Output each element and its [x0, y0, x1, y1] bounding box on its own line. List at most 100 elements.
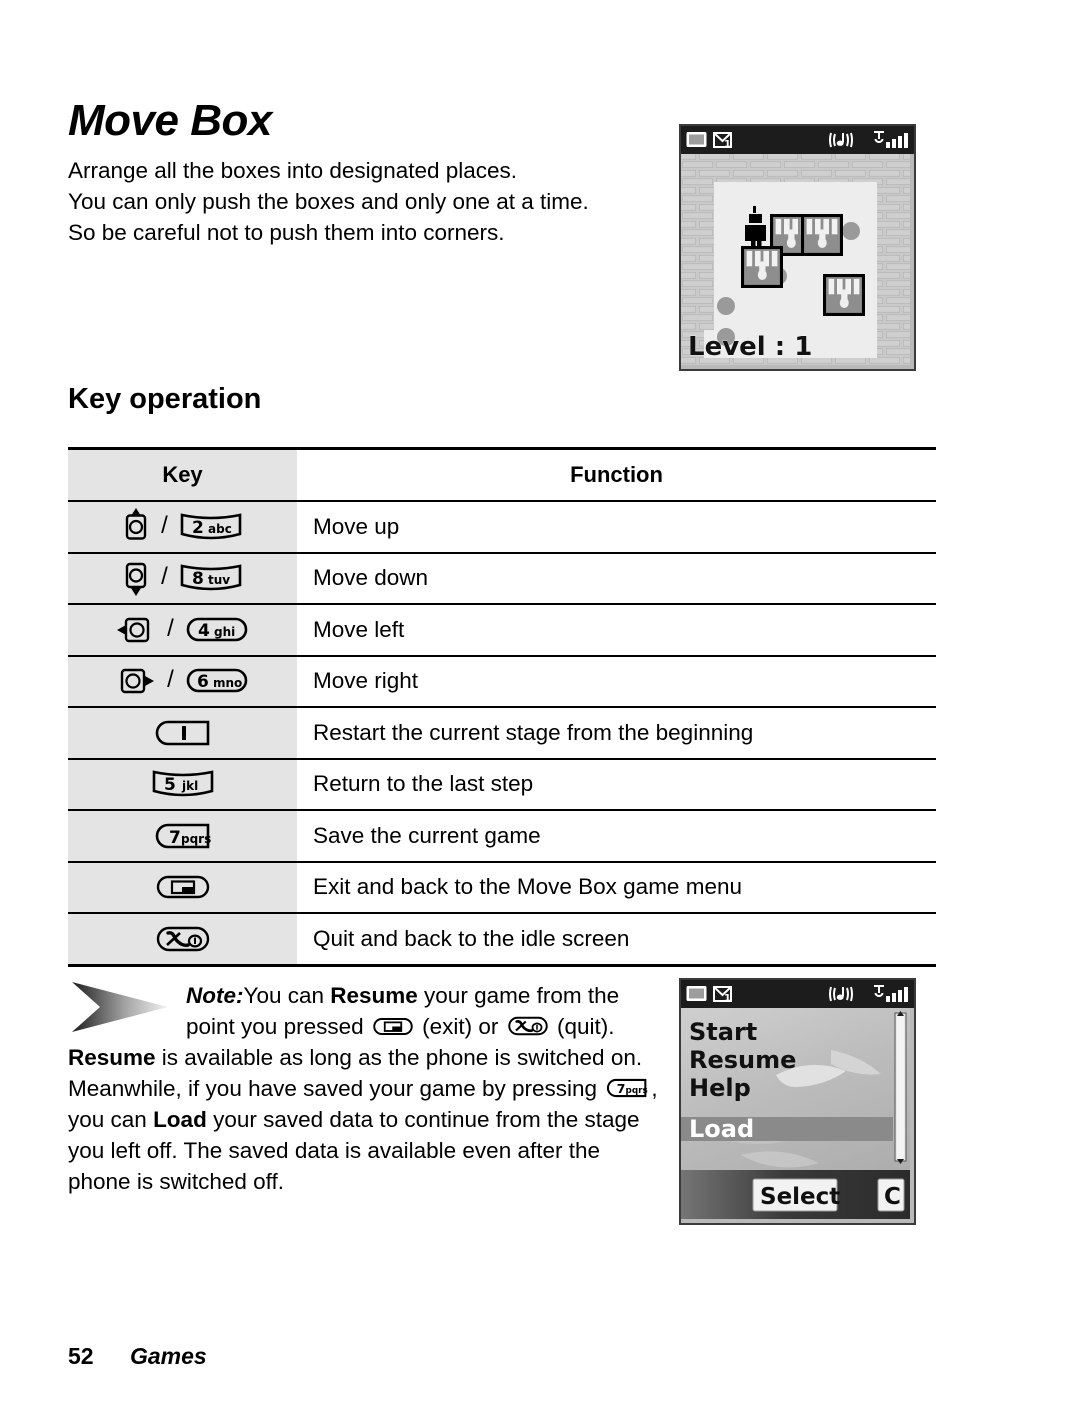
key-operation-table: Key Function / 2 abc Move up / 8 tuv Mov… — [68, 447, 936, 967]
note-text: Meanwhile, if you have saved your game b… — [68, 1076, 598, 1101]
note-text: your game from the — [417, 983, 620, 1008]
function-cell: Move down — [297, 552, 936, 605]
svg-text:mno: mno — [213, 676, 242, 690]
svg-text:pqrs: pqrs — [181, 832, 211, 846]
key-separator: / — [161, 511, 168, 539]
menu-item-help[interactable]: Help — [689, 1074, 751, 1102]
page-title: Move Box — [68, 96, 272, 145]
battery-icon — [686, 132, 707, 147]
note-text: You can — [243, 983, 331, 1008]
table-row: / 6 mno Move right — [68, 655, 936, 708]
note-resume-term: Resume — [330, 983, 418, 1008]
note-line: you left off. The saved data is availabl… — [68, 1138, 601, 1163]
svg-text:pqrs: pqrs — [626, 1086, 648, 1096]
svg-text:ghi: ghi — [214, 625, 235, 639]
end-quit-key-icon — [507, 1014, 549, 1038]
svg-text:5: 5 — [164, 775, 176, 795]
function-cell: Exit and back to the Move Box game menu — [297, 861, 936, 914]
svg-text:6: 6 — [197, 672, 209, 692]
back-exit-key-icon — [155, 872, 211, 902]
message-count: 1 — [724, 993, 731, 1004]
svg-text:tuv: tuv — [208, 573, 230, 587]
key-cell: 5 jkl — [68, 758, 297, 811]
softkey-select-label[interactable]: Select — [760, 1184, 840, 1210]
note-arrow-icon — [72, 982, 168, 1032]
menu-screen-canvas: Start Resume Help Load Select C — [681, 1008, 910, 1219]
note-text: (exit) or — [422, 1014, 499, 1039]
table-row: 5 jkl Return to the last step — [68, 758, 936, 811]
1-key-icon — [154, 718, 212, 748]
end-quit-key-icon — [155, 923, 211, 955]
menu-item-resume[interactable]: Resume — [689, 1046, 796, 1074]
note-line: Meanwhile, if you have saved your game b… — [68, 1073, 668, 1104]
7pqrs-key-icon: 7 pqrs — [605, 1077, 649, 1099]
key-cell — [68, 707, 297, 760]
key-cell: / 2 abc — [68, 501, 297, 554]
level-label: Level : 1 — [688, 332, 812, 362]
footer-chapter: Games — [130, 1343, 207, 1369]
softkey-clear-label[interactable]: C — [884, 1184, 901, 1210]
function-cell: Move right — [297, 655, 936, 708]
nav-down-key-icon — [122, 558, 150, 598]
menu-item-start[interactable]: Start — [689, 1018, 757, 1046]
key-cell: / 6 mno — [68, 655, 297, 708]
music-icon — [829, 132, 853, 148]
key-cell — [68, 913, 297, 967]
intro-line: Arrange all the boxes into designated pl… — [68, 158, 518, 183]
table-row: Quit and back to the idle screen — [68, 913, 936, 967]
note-text: , — [651, 1076, 658, 1101]
svg-text:7: 7 — [169, 828, 181, 848]
menu-screenshot[interactable]: Start Resume Help Load Select C 1 — [679, 978, 916, 1225]
function-cell: Quit and back to the idle screen — [297, 913, 936, 967]
table-row: / 8 tuv Move down — [68, 552, 936, 605]
battery-icon — [686, 986, 707, 1001]
target-dot — [717, 297, 735, 315]
7pqrs-key-icon: 7 pqrs — [154, 821, 212, 851]
box-sprite — [823, 274, 865, 316]
table-row: / 2 abc Move up — [68, 501, 936, 554]
scrollbar — [894, 1011, 907, 1164]
music-icon — [829, 986, 853, 1002]
function-cell: Return to the last step — [297, 758, 936, 811]
intro-line: You can only push the boxes and only one… — [68, 189, 589, 214]
box-sprite — [741, 246, 783, 288]
svg-text:7: 7 — [617, 1081, 626, 1096]
table-header-row: Key Function — [68, 447, 936, 502]
note-text: you can — [68, 1107, 154, 1132]
note-text: is available as long as the phone is swi… — [155, 1045, 643, 1070]
note-line: you can Load your saved data to continue… — [68, 1104, 668, 1135]
key-separator: / — [167, 666, 174, 694]
note-line: Resume is available as long as the phone… — [68, 1042, 668, 1073]
function-cell: Move left — [297, 604, 936, 657]
8tuv-key-icon: 8 tuv — [179, 561, 243, 595]
back-exit-key-icon — [372, 1015, 414, 1038]
signal-icon — [874, 985, 908, 1002]
function-cell: Move up — [297, 501, 936, 554]
svg-text:jkl: jkl — [181, 779, 198, 793]
footer-page-number: 52 — [68, 1343, 94, 1369]
key-separator: / — [167, 614, 174, 642]
key-cell: 7 pqrs — [68, 810, 297, 863]
message-count: 1 — [724, 139, 731, 150]
intro-line: So be careful not to push them into corn… — [68, 220, 505, 245]
key-cell: / 4 ghi — [68, 604, 297, 657]
intro-paragraph: Arrange all the boxes into designated pl… — [68, 155, 668, 248]
key-separator: / — [161, 563, 168, 591]
5jkl-key-icon: 5 jkl — [151, 767, 215, 801]
message-icon: 1 — [713, 132, 732, 150]
key-cell — [68, 861, 297, 914]
key-cell: / 8 tuv — [68, 552, 297, 605]
box-sprite — [801, 214, 843, 256]
svg-text:2: 2 — [192, 518, 204, 538]
svg-text:abc: abc — [208, 522, 232, 536]
note-resume-term: Resume — [68, 1045, 156, 1070]
menu-item-load[interactable]: Load — [689, 1115, 754, 1143]
6mno-key-icon: 6 mno — [185, 665, 249, 697]
function-cell: Save the current game — [297, 810, 936, 863]
4ghi-key-icon: 4 ghi — [185, 614, 249, 646]
note-load-term: Load — [153, 1107, 207, 1132]
svg-text:8: 8 — [192, 569, 204, 589]
table-row: 7 pqrs Save the current game — [68, 810, 936, 863]
signal-icon — [874, 131, 908, 148]
game-screen-canvas: Level : 1 — [681, 126, 910, 365]
